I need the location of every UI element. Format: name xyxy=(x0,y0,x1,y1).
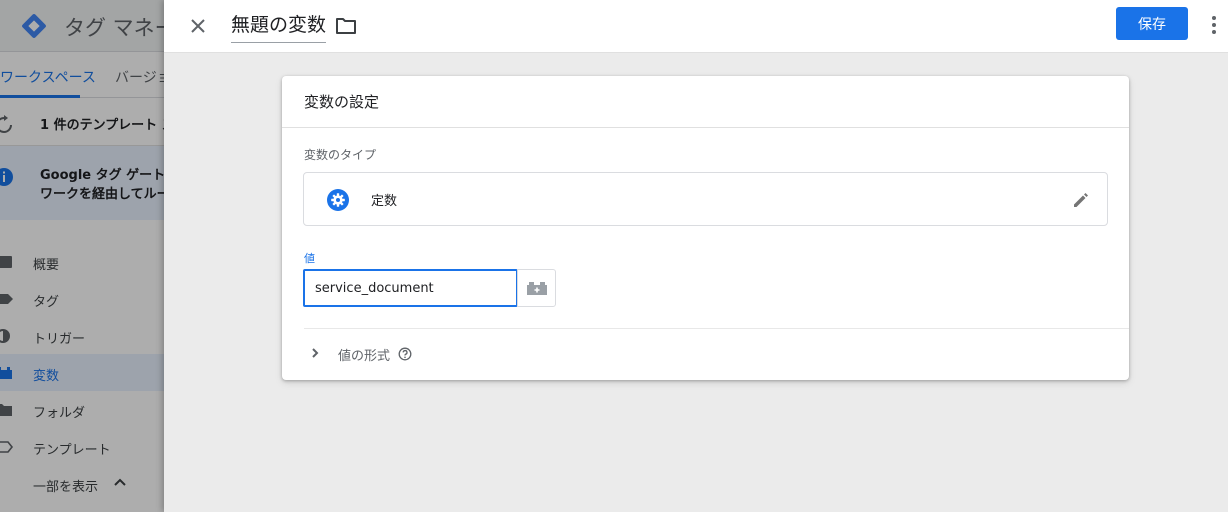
folder-icon[interactable] xyxy=(334,14,358,38)
pencil-icon[interactable] xyxy=(1070,189,1092,211)
value-format-expander[interactable]: 値の形式 xyxy=(304,340,504,366)
more-vert-icon[interactable] xyxy=(1204,13,1224,37)
variable-block-icon xyxy=(527,282,547,295)
save-button[interactable]: 保存 xyxy=(1116,7,1188,40)
help-icon[interactable] xyxy=(398,347,412,361)
variable-editor-drawer: 無題の変数 保存 変数の設定 変数のタイプ 定数 値 service_docum… xyxy=(164,0,1228,512)
variable-type-name: 定数 xyxy=(371,194,398,209)
value-label: 値 xyxy=(304,252,315,265)
chevron-right-icon xyxy=(312,348,319,358)
variable-name-field[interactable]: 無題の変数 xyxy=(231,10,327,43)
value-format-label: 値の形式 xyxy=(338,349,391,364)
modal-scrim[interactable] xyxy=(0,0,164,512)
variable-config-card: 変数の設定 変数のタイプ 定数 値 service_document 値の形式 xyxy=(282,76,1129,380)
card-title: 変数の設定 xyxy=(304,93,380,111)
divider xyxy=(304,328,1129,329)
variable-picker-button[interactable] xyxy=(517,269,556,307)
divider xyxy=(282,127,1129,128)
close-icon[interactable] xyxy=(184,12,212,40)
drawer-header: 無題の変数 保存 xyxy=(164,0,1228,53)
variable-type-selector[interactable]: 定数 xyxy=(303,172,1108,226)
value-input[interactable] xyxy=(303,269,518,307)
gear-icon xyxy=(327,189,349,211)
variable-type-label: 変数のタイプ xyxy=(304,148,377,162)
